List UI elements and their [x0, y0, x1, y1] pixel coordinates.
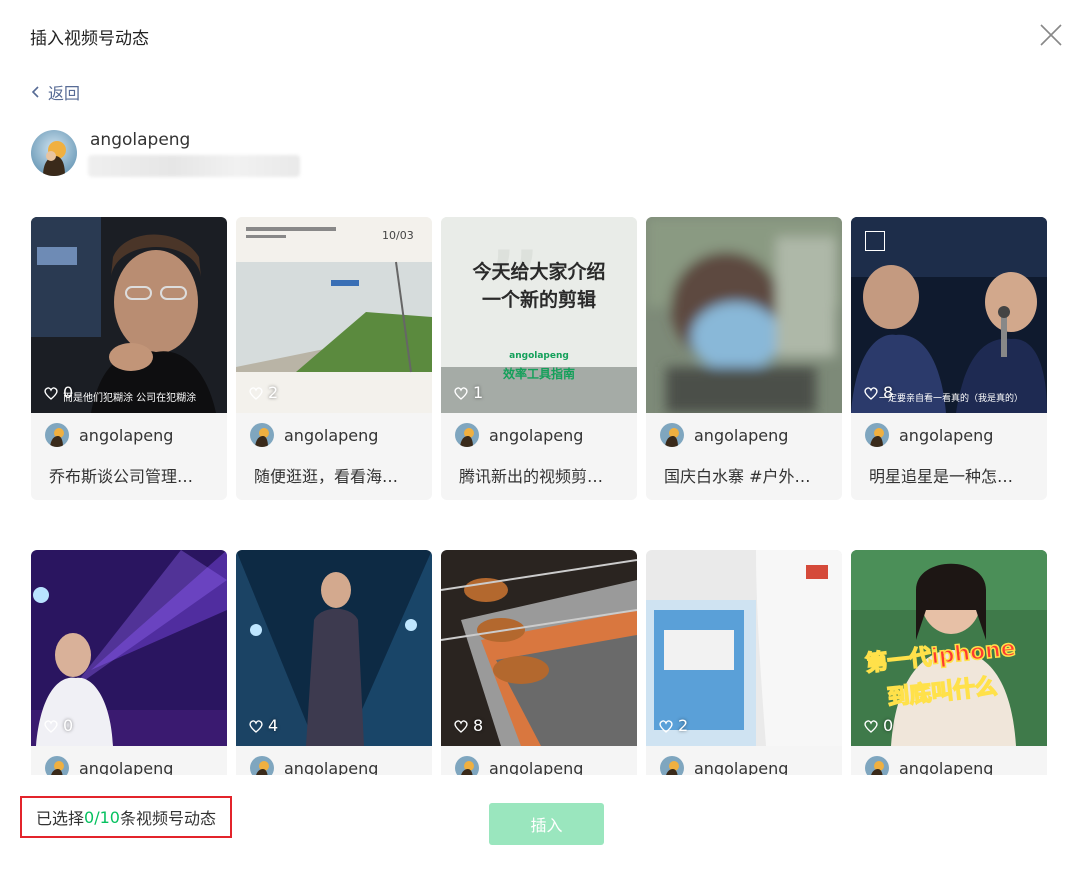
author-avatar	[250, 756, 274, 775]
likes-count: 4	[248, 716, 278, 735]
video-card[interactable]: 10/03 2 angolapeng 随便逛逛，看看海…	[236, 217, 432, 500]
likes-value: 0	[883, 716, 894, 735]
video-caption: 明星追星是一种怎…	[869, 467, 1014, 486]
heart-icon	[864, 719, 878, 733]
likes-count: 2	[248, 383, 278, 402]
author-row: angolapeng	[250, 423, 378, 447]
author-name: angolapeng	[694, 758, 789, 776]
author-row: angolapeng	[45, 756, 173, 775]
author-avatar	[250, 423, 274, 447]
likes-count: 2	[658, 716, 688, 735]
dialog-title: 插入视频号动态	[30, 29, 149, 49]
author-name: angolapeng	[489, 425, 584, 445]
heart-icon	[454, 386, 468, 400]
heart-icon	[454, 719, 468, 733]
author-name: angolapeng	[284, 425, 379, 445]
heart-icon	[249, 386, 263, 400]
heart-icon	[44, 719, 58, 733]
author-avatar	[865, 423, 889, 447]
likes-value: 8	[473, 716, 484, 735]
heart-icon	[864, 386, 878, 400]
back-link[interactable]: 返回	[30, 80, 80, 104]
author-name: angolapeng	[79, 425, 174, 445]
likes-count: 0	[43, 716, 73, 735]
author-row: angolapeng	[660, 756, 788, 775]
author-row: angolapeng	[865, 423, 993, 447]
select-checkbox[interactable]	[865, 231, 885, 251]
status-suffix: 条视频号动态	[119, 809, 216, 828]
profile-name: angolapeng	[90, 130, 191, 150]
insert-button[interactable]: 插入	[489, 803, 604, 845]
thumbnail-sub-2: 效率工具指南	[502, 367, 575, 381]
heart-icon	[249, 719, 263, 733]
likes-value: 4	[268, 716, 279, 735]
video-caption: 国庆白水寨 #户外…	[664, 467, 811, 486]
author-row: angolapeng	[865, 756, 993, 775]
profile-description-blurred	[88, 155, 300, 177]
likes-count: 8	[453, 716, 483, 735]
author-avatar	[660, 756, 684, 775]
thumbnail-sub-1: angolapeng	[509, 351, 569, 361]
chevron-left-icon	[31, 86, 39, 98]
author-avatar	[455, 423, 479, 447]
video-card[interactable]: 第一代iphone 到底叫什么 0 angolapeng	[851, 550, 1047, 775]
video-grid[interactable]: 0 而是他们犯糊涂 公司在犯糊涂 angolapeng 乔布斯谈公司管理… 10…	[0, 200, 1080, 775]
subtitle-overlay: 一定要亲自看一看真的（我是真的）	[879, 394, 1024, 404]
video-card[interactable]: 0 angolapeng	[31, 550, 227, 775]
author-name: angolapeng	[79, 758, 174, 776]
author-row: angolapeng	[455, 423, 583, 447]
video-caption: 乔布斯谈公司管理…	[49, 467, 194, 486]
video-card[interactable]: 8 angolapeng	[441, 550, 637, 775]
author-row: angolapeng	[660, 423, 788, 447]
likes-value: 0	[63, 716, 74, 735]
video-card[interactable]: 4 angolapeng	[236, 550, 432, 775]
selected-count: 0/10	[84, 807, 120, 827]
status-prefix: 已选择	[36, 809, 85, 828]
author-name: angolapeng	[694, 425, 789, 445]
author-avatar	[45, 423, 69, 447]
profile-avatar	[31, 130, 77, 176]
author-name: angolapeng	[284, 758, 379, 776]
likes-value: 2	[678, 716, 689, 735]
author-avatar	[660, 423, 684, 447]
author-name: angolapeng	[899, 758, 994, 776]
author-avatar	[455, 756, 479, 775]
back-label: 返回	[48, 84, 81, 103]
likes-value: 1	[473, 383, 484, 402]
video-caption: 腾讯新出的视频剪…	[459, 467, 604, 486]
author-name: angolapeng	[489, 758, 584, 776]
video-thumbnail	[646, 217, 842, 413]
thumbnail-title-2: 一个新的剪辑	[481, 289, 596, 311]
author-avatar	[45, 756, 69, 775]
heart-icon	[44, 386, 58, 400]
video-card[interactable]: 0 而是他们犯糊涂 公司在犯糊涂 angolapeng 乔布斯谈公司管理…	[31, 217, 227, 500]
author-row: angolapeng	[250, 756, 378, 775]
author-row: angolapeng	[455, 756, 583, 775]
video-card[interactable]: 2 angolapeng	[646, 550, 842, 775]
video-card[interactable]: angolapeng 国庆白水寨 #户外…	[646, 217, 842, 500]
likes-value: 2	[268, 383, 279, 402]
subtitle-overlay: 而是他们犯糊涂 公司在犯糊涂	[63, 393, 197, 404]
author-row: angolapeng	[45, 423, 173, 447]
author-name: angolapeng	[899, 425, 994, 445]
likes-count: 1	[453, 383, 483, 402]
thumbnail-title-1: 今天给大家介绍	[472, 261, 606, 283]
thumbnail-date: 10/03	[382, 229, 414, 242]
video-caption: 随便逛逛，看看海…	[254, 467, 399, 486]
heart-icon	[659, 719, 673, 733]
video-card[interactable]: 8 一定要亲自看一看真的（我是真的） angolapeng 明星追星是一种怎…	[851, 217, 1047, 500]
close-icon[interactable]	[1038, 22, 1064, 48]
video-card[interactable]: ” 今天给大家介绍 一个新的剪辑 angolapeng 效率工具指南 1 ang…	[441, 217, 637, 500]
likes-count: 0	[863, 716, 893, 735]
selection-status: 已选择 0/10 条视频号动态	[20, 796, 232, 838]
author-avatar	[865, 756, 889, 775]
